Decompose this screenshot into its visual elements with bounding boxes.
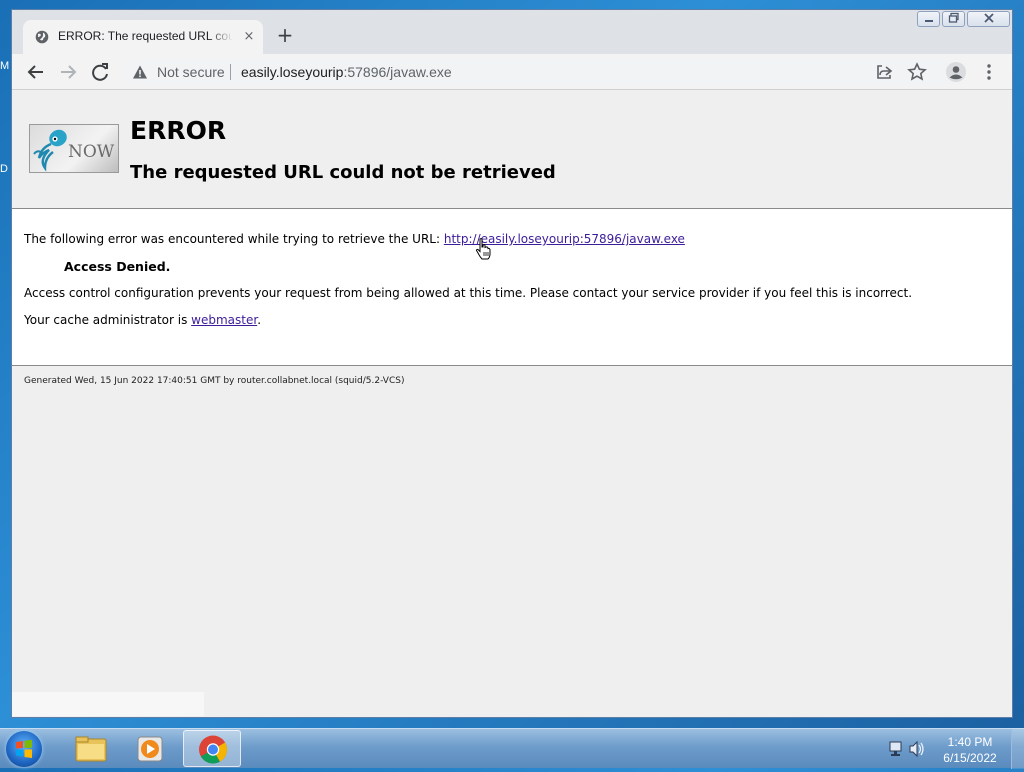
forward-icon[interactable]: [56, 60, 80, 84]
clock-time: 1:40 PM: [947, 735, 993, 749]
new-tab-button[interactable]: +: [274, 24, 296, 46]
intro-line: The following error was encountered whil…: [24, 232, 685, 246]
page-subtitle: The requested URL could not be retrieved: [130, 162, 556, 183]
volume-icon[interactable]: [909, 740, 924, 758]
chrome-icon: [199, 735, 227, 764]
security-label[interactable]: Not secure: [157, 64, 225, 80]
show-desktop-button[interactable]: [1011, 729, 1024, 769]
folder-icon: [75, 736, 107, 762]
network-icon[interactable]: [889, 741, 902, 756]
warning-icon[interactable]: [132, 64, 148, 80]
error-description: Access control configuration prevents yo…: [24, 286, 913, 300]
squid-icon: [33, 129, 67, 172]
admin-line: Your cache administrator is webmaster.: [24, 313, 262, 327]
browser-toolbar: Not secure easily.loseyourip:57896/javaw…: [12, 54, 1012, 90]
clock-date: 6/15/2022: [943, 751, 997, 765]
generated-footer: Generated Wed, 15 Jun 2022 17:40:51 GMT …: [24, 376, 405, 386]
squid-logo: NOW: [29, 124, 119, 173]
bookmark-star-icon[interactable]: [905, 60, 929, 84]
profile-icon[interactable]: [944, 60, 968, 84]
close-tab-icon[interactable]: ×: [239, 27, 259, 47]
error-title: Access Denied.: [64, 259, 171, 274]
tab-strip: ERROR: The requested URL could not be re…: [12, 10, 1012, 54]
url-text[interactable]: easily.loseyourip:57896/javaw.exe: [241, 64, 452, 80]
start-button[interactable]: [6, 731, 42, 767]
restore-icon: [948, 12, 959, 23]
hand-cursor-icon: [475, 238, 491, 260]
error-header: NOW ERROR The requested URL could not be…: [12, 90, 1012, 209]
share-icon[interactable]: [873, 60, 897, 84]
browser-window: ERROR: The requested URL could not be re…: [11, 9, 1013, 718]
system-tray: [888, 739, 928, 763]
media-player-icon: [137, 736, 163, 762]
logo-text: NOW: [68, 142, 115, 162]
taskbar-media-player[interactable]: [121, 730, 179, 767]
close-window-button[interactable]: [967, 11, 1010, 27]
taskbar: 1:40 PM 6/15/2022: [0, 728, 1024, 769]
minimize-button[interactable]: [917, 11, 940, 27]
address-bar[interactable]: Not secure easily.loseyourip:57896/javaw…: [124, 58, 954, 86]
clock[interactable]: 1:40 PM 6/15/2022: [935, 734, 1005, 766]
error-body: The following error was encountered whil…: [12, 209, 1012, 366]
maximize-button[interactable]: [942, 11, 965, 27]
browser-tab[interactable]: ERROR: The requested URL could not be re…: [23, 20, 263, 54]
page-title: ERROR: [130, 116, 227, 145]
desktop-icon-label-fragment: M: [0, 60, 10, 72]
taskbar-chrome[interactable]: [183, 730, 241, 767]
windows-logo-icon: [16, 739, 32, 758]
webmaster-link[interactable]: webmaster: [191, 313, 257, 327]
tab-title: ERROR: The requested URL could not be re…: [58, 29, 233, 43]
back-icon[interactable]: [24, 60, 48, 84]
menu-icon[interactable]: [977, 60, 1001, 84]
page-content: NOW ERROR The requested URL could not be…: [12, 90, 1012, 717]
minimize-icon: [924, 20, 933, 22]
reload-icon[interactable]: [88, 60, 112, 84]
globe-icon: [35, 30, 49, 44]
desktop-icon-label-fragment: D: [0, 163, 8, 175]
close-icon: [983, 13, 994, 23]
taskbar-explorer[interactable]: [62, 730, 120, 767]
